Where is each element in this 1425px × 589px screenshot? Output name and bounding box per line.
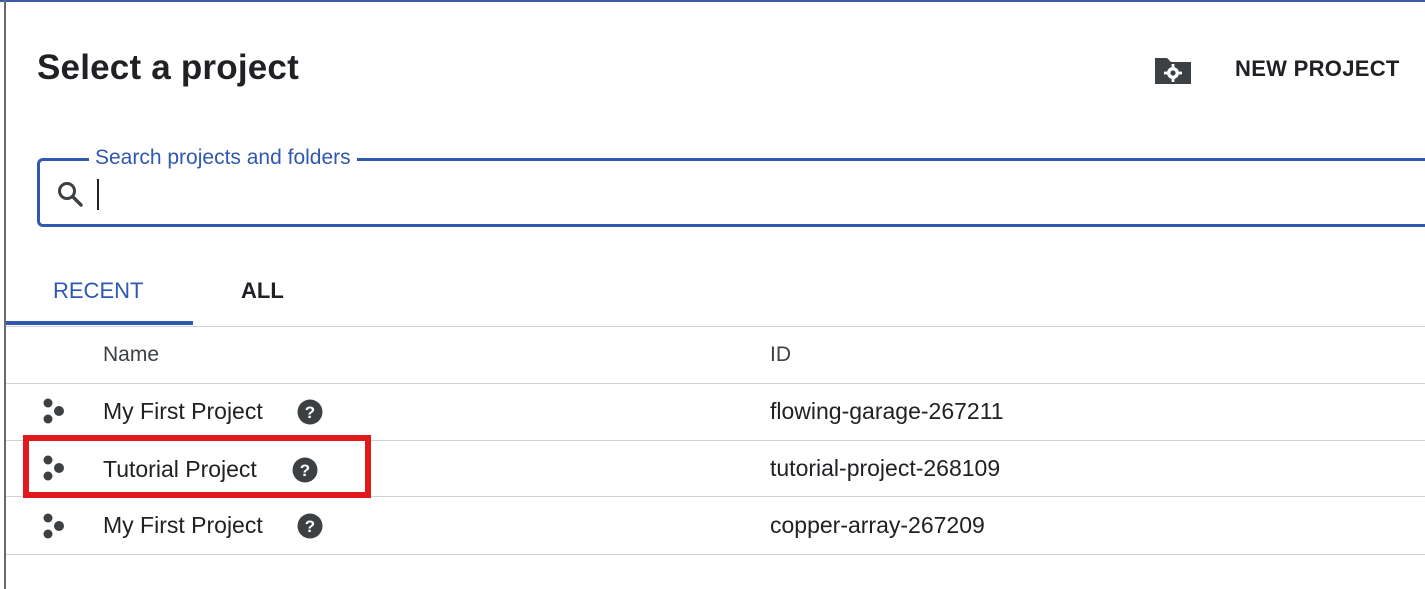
project-id: copper-array-267209: [770, 512, 985, 538]
column-header-id[interactable]: ID: [770, 343, 791, 367]
dialog-left-edge: [4, 0, 6, 589]
project-id: tutorial-project-268109: [770, 455, 1001, 481]
project-name[interactable]: My First Project: [103, 512, 263, 539]
new-project-button[interactable]: NEW PROJECT: [1235, 56, 1400, 82]
dialog-title: Select a project: [37, 48, 299, 87]
tabs-divider: [6, 326, 1425, 327]
svg-text:?: ?: [305, 403, 315, 422]
column-header-name[interactable]: Name: [103, 343, 159, 367]
search-field-label: Search projects and folders: [89, 146, 357, 170]
highlight-annotation: [23, 435, 371, 498]
help-icon[interactable]: ?: [297, 399, 323, 425]
project-icon: [43, 513, 64, 539]
tab-all[interactable]: ALL: [241, 278, 284, 304]
project-id: flowing-garage-267211: [770, 398, 1004, 424]
row-divider: [6, 554, 1425, 555]
text-caret: [97, 179, 99, 210]
project-icon: [43, 398, 64, 424]
tab-recent[interactable]: RECENT: [53, 278, 143, 304]
svg-text:?: ?: [305, 517, 315, 536]
top-strip: [0, 0, 1425, 8]
project-name[interactable]: My First Project: [103, 398, 263, 425]
folder-settings-icon[interactable]: [1153, 54, 1193, 86]
search-icon: [58, 182, 83, 207]
search-input[interactable]: [95, 173, 1399, 215]
active-tab-indicator: [6, 321, 193, 325]
header-divider: [6, 383, 1425, 384]
help-icon[interactable]: ?: [297, 513, 323, 539]
